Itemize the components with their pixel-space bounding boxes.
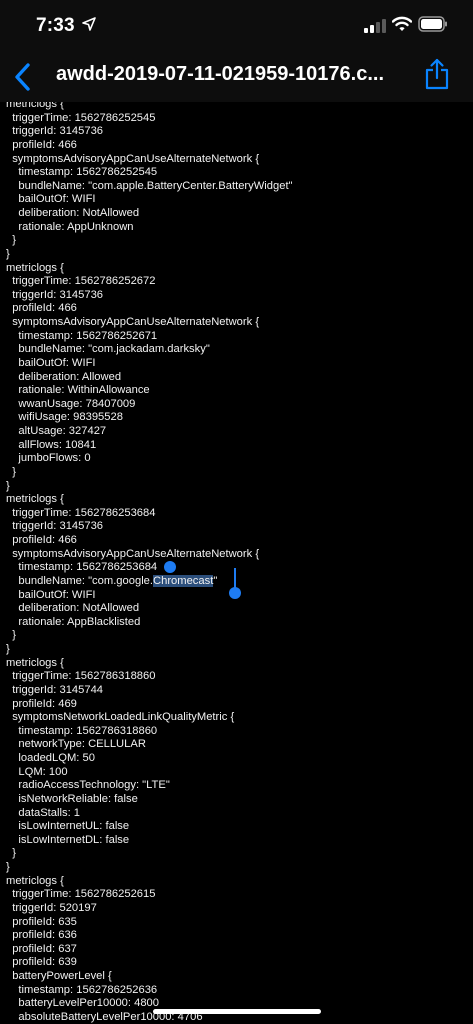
home-indicator[interactable]	[153, 1009, 321, 1014]
location-arrow-icon	[82, 17, 96, 31]
log-line: triggerId: 3145736	[6, 520, 104, 533]
status-time: 7:33	[36, 15, 75, 36]
log-line: triggerId: 3145744	[6, 683, 104, 696]
log-line: triggerTime: 1562786252615	[6, 888, 156, 901]
log-line: profileId: 469	[6, 697, 77, 710]
log-line: timestamp: 1562786253684	[6, 561, 158, 574]
log-line: triggerTime: 1562786252545	[6, 111, 156, 124]
log-line: bundleName: "com.jackadam.darksky"	[6, 343, 210, 356]
log-line: altUsage: 327427	[6, 425, 107, 437]
log-line: }	[6, 643, 10, 655]
log-line: bailOutOf: WIFI	[6, 193, 96, 206]
log-line: }	[6, 847, 16, 860]
navigation-bar: awdd-2019-07-11-021959-10176.c...	[0, 52, 473, 102]
log-line: triggerId: 3145736	[6, 288, 104, 301]
log-line: }	[6, 479, 10, 492]
log-line: symptomsAdvisoryAppCanUseAlternateNetwor…	[6, 152, 260, 165]
log-line: symptomsNetworkLoadedLinkQualityMetric {	[6, 711, 235, 724]
log-line: bailOutOf: WIFI	[6, 356, 96, 369]
status-bar: 7:33	[0, 0, 473, 52]
log-line: metriclogs {	[6, 102, 64, 110]
log-line: triggerId: 520197	[6, 901, 97, 914]
log-line: profileId: 639	[6, 956, 77, 969]
log-line: wwanUsage: 78407009	[6, 397, 136, 410]
log-line: bailOutOf: WIFI	[6, 588, 96, 601]
share-icon[interactable]	[424, 58, 450, 90]
log-line: metriclogs {	[6, 261, 64, 274]
chevron-left-icon[interactable]	[12, 62, 34, 92]
log-line: rationale: AppBlacklisted	[6, 615, 141, 628]
log-line: metriclogs {	[6, 656, 64, 669]
log-line: symptomsAdvisoryAppCanUseAlternateNetwor…	[6, 316, 260, 328]
log-line: jumboFlows: 0	[6, 452, 91, 465]
log-line: isLowInternetDL: false	[6, 833, 130, 846]
log-text-view[interactable]: metriclogs { triggerTime: 1562786252545 …	[0, 102, 473, 1024]
log-line: profileId: 635	[6, 915, 77, 928]
log-line: profileId: 637	[6, 942, 77, 955]
log-line: timestamp: 1562786252636	[6, 983, 158, 996]
selection-start-handle[interactable]	[163, 560, 177, 574]
selected-text: Chromecast	[153, 574, 214, 587]
log-line: triggerTime: 1562786318860	[6, 670, 156, 683]
battery-icon	[418, 16, 447, 32]
log-line: }	[6, 861, 10, 873]
log-line: timestamp: 1562786252671	[6, 329, 158, 342]
log-line: deliberation: NotAllowed	[6, 602, 140, 615]
log-line: allFlows: 10841	[6, 438, 97, 451]
log-line: symptomsAdvisoryAppCanUseAlternateNetwor…	[6, 547, 260, 560]
log-line: }	[6, 465, 16, 478]
log-line: wifiUsage: 98395528	[6, 411, 123, 424]
log-line: triggerId: 3145736	[6, 125, 104, 138]
log-line: triggerTime: 1562786253684	[6, 506, 156, 519]
log-line: isLowInternetUL: false	[6, 820, 130, 833]
page-title: awdd-2019-07-11-021959-10176.c...	[56, 63, 384, 85]
log-line: deliberation: Allowed	[6, 370, 122, 383]
log-line: deliberation: NotAllowed	[6, 207, 140, 219]
log-line: }	[6, 247, 10, 260]
log-line: loadedLQM: 50	[6, 752, 95, 764]
log-line: }	[6, 234, 16, 247]
log-line: rationale: WithinAllowance	[6, 384, 150, 397]
log-line: dataStalls: 1	[6, 806, 81, 819]
log-line: metriclogs {	[6, 493, 64, 506]
log-line: profileId: 636	[6, 929, 77, 942]
log-line: profileId: 466	[6, 138, 77, 151]
log-line: timestamp: 1562786318860	[6, 724, 158, 737]
log-line: metriclogs {	[6, 874, 64, 887]
wifi-icon	[392, 16, 412, 31]
log-line: profileId: 466	[6, 534, 77, 546]
log-line: }	[6, 629, 16, 642]
log-line: networkType: CELLULAR	[6, 738, 146, 751]
log-line: triggerTime: 1562786252672	[6, 275, 156, 288]
log-line: bundleName: "com.google.Chromecast"	[6, 574, 218, 587]
log-line: batteryPowerLevel {	[6, 970, 112, 982]
log-line: radioAccessTechnology: "LTE"	[6, 779, 170, 792]
log-line: LQM: 100	[6, 765, 68, 778]
selection-end-handle[interactable]	[228, 568, 242, 600]
log-line: profileId: 466	[6, 302, 77, 315]
log-line: rationale: AppUnknown	[6, 220, 134, 233]
log-line: bundleName: "com.apple.BatteryCenter.Bat…	[6, 179, 293, 192]
cellular-signal-icon	[364, 19, 386, 33]
log-line: timestamp: 1562786252545	[6, 166, 158, 179]
log-line: isNetworkReliable: false	[6, 792, 138, 805]
log-lines: metriclogs { triggerTime: 1562786252545 …	[6, 102, 293, 1024]
